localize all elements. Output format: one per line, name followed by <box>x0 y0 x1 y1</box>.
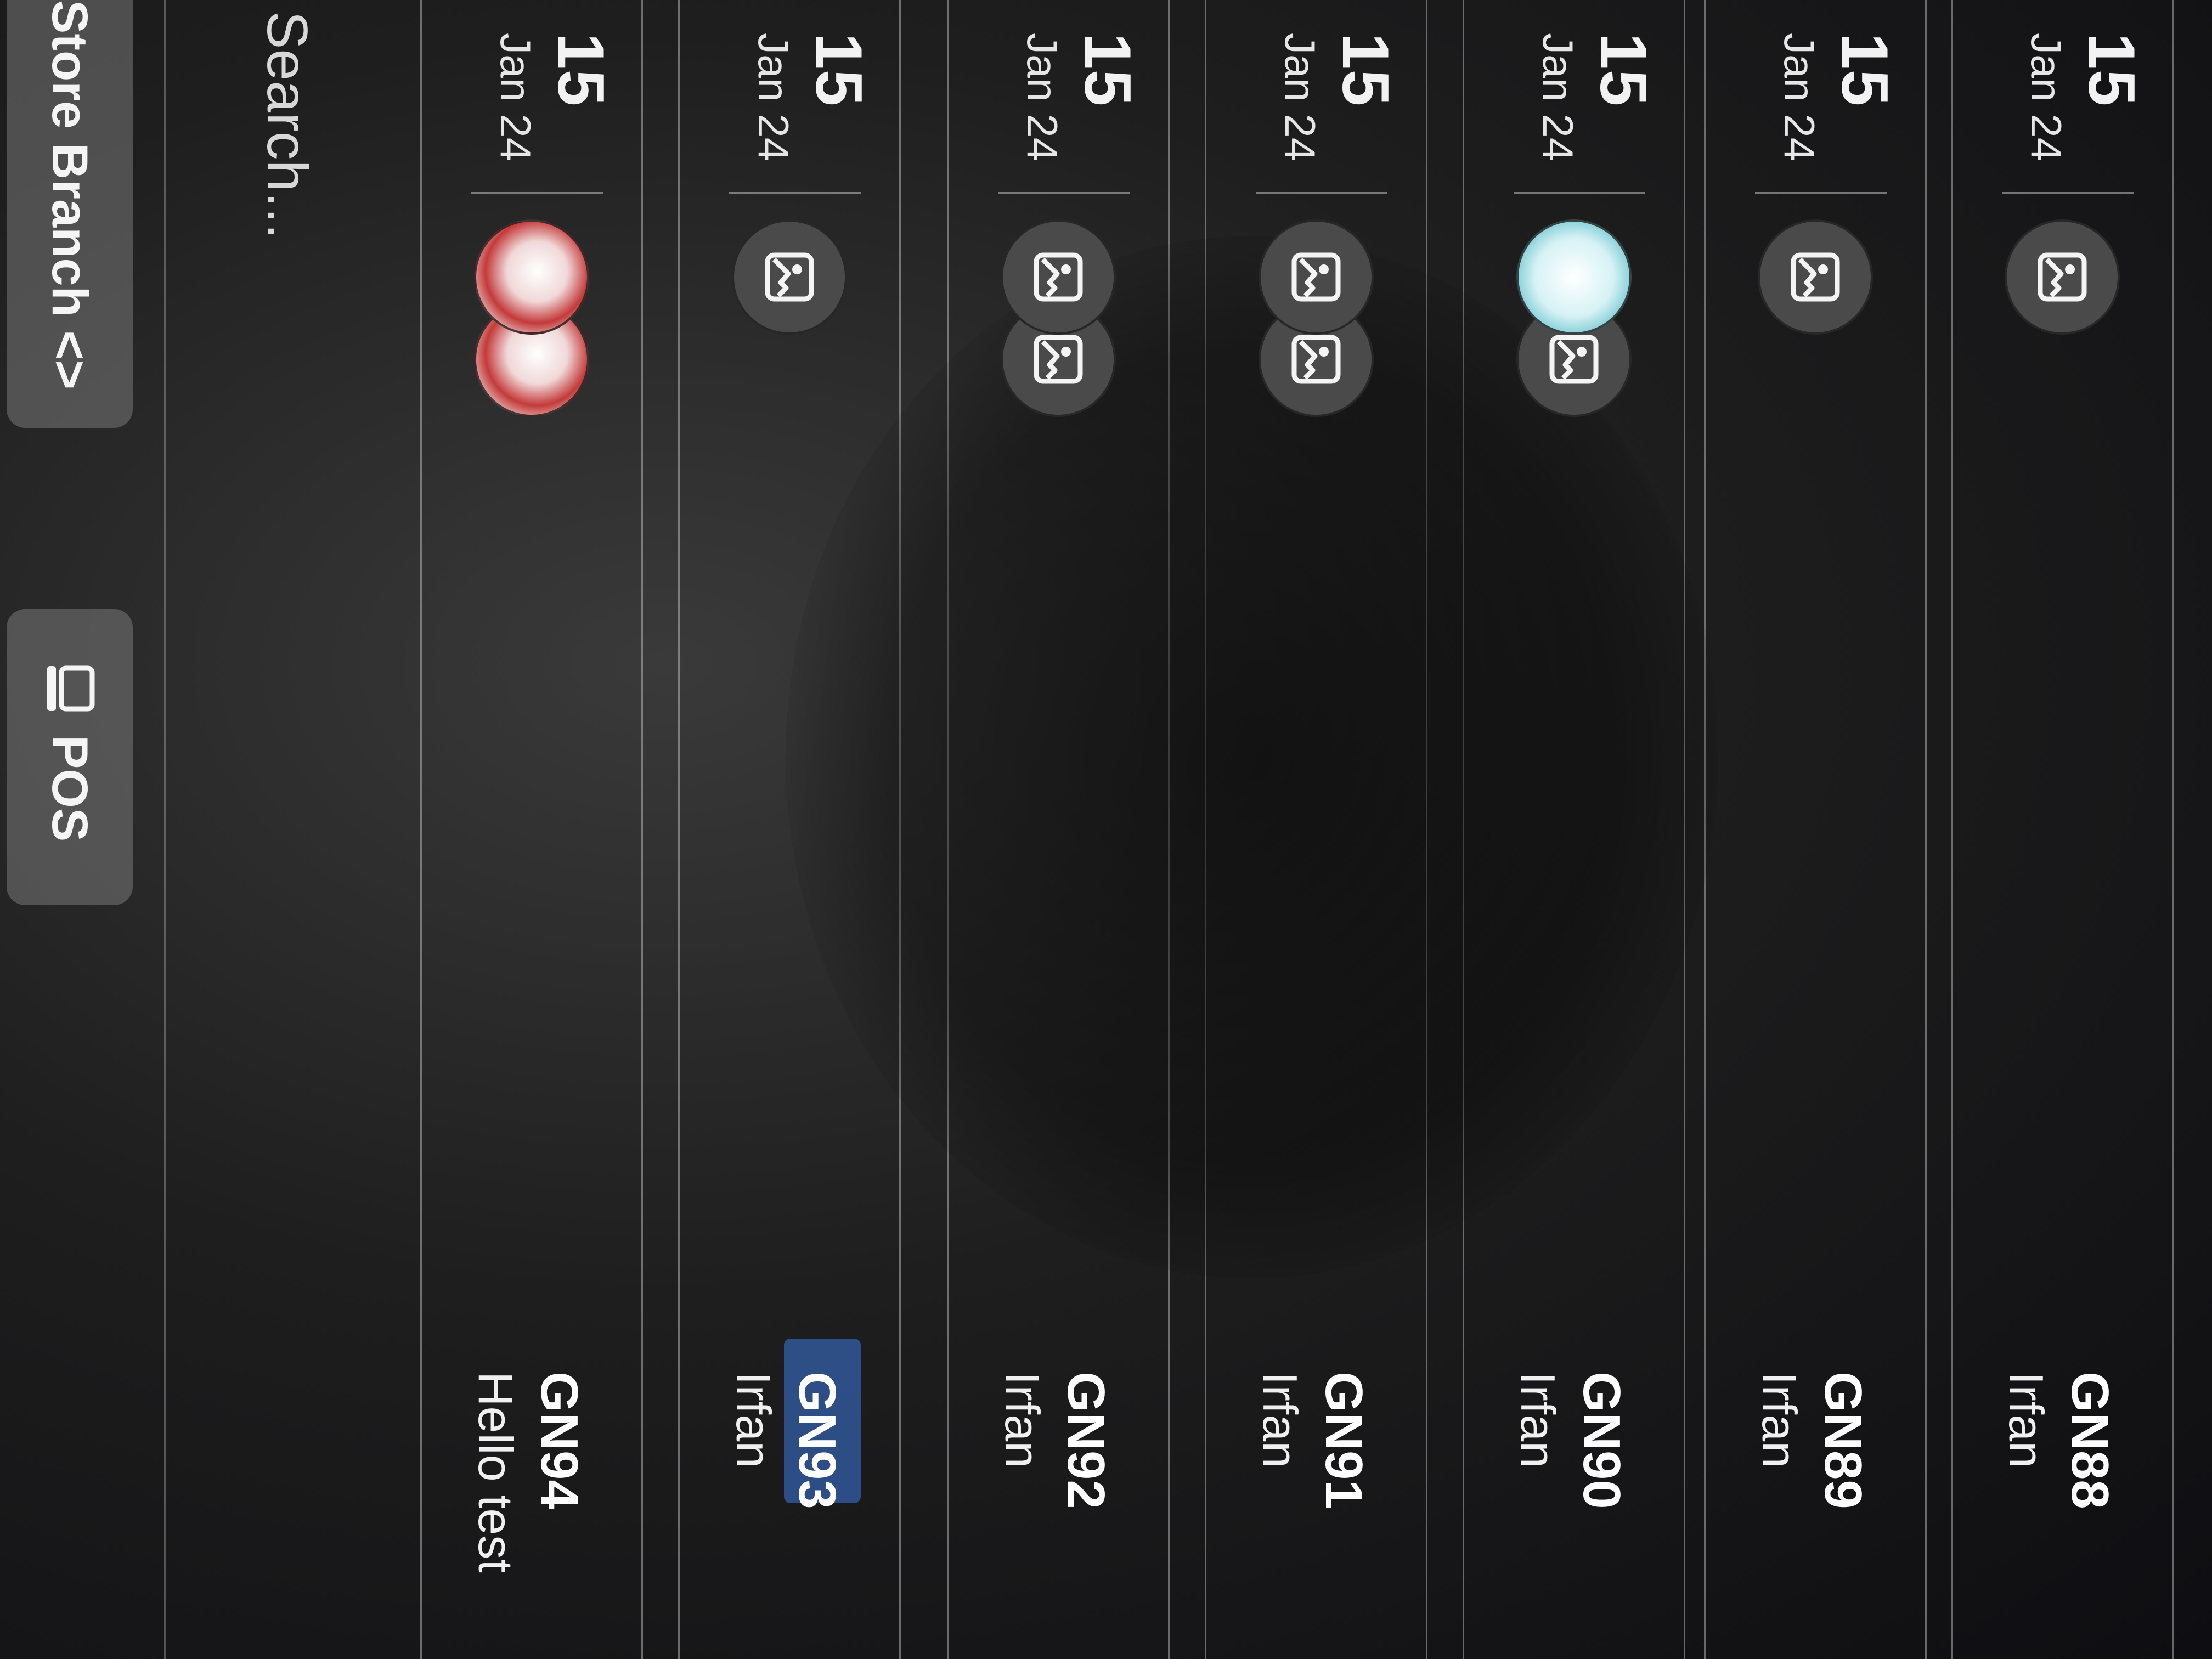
store-branch-label: Store Branch <box>42 0 98 317</box>
order-date: 15 Jan 24 <box>1953 33 2172 181</box>
search-placeholder: Search... <box>255 11 319 240</box>
order-customer: Irfan <box>726 1372 781 1469</box>
item-photo-thumbnail <box>474 219 589 335</box>
order-date-month: Jan 24 <box>1534 33 1582 162</box>
image-placeholder-icon <box>1259 219 1374 335</box>
order-row[interactable]: 15 Jan 24 GN94 Hello test <box>420 0 643 1659</box>
image-placeholder-icon <box>2005 219 2120 335</box>
image-placeholder-icon <box>732 219 847 335</box>
order-id: GN93 <box>788 1372 847 1509</box>
pos-button[interactable]: POS <box>7 609 133 905</box>
order-date-month: Jan 24 <box>1018 33 1066 162</box>
order-date-day: 15 <box>1828 33 1901 106</box>
order-row[interactable]: 15 Jan 24 GN89 Irfan <box>1704 0 1927 1659</box>
order-customer: Hello test <box>469 1372 523 1573</box>
order-row[interactable]: 15 Jan 24 GN91 Irfan <box>1205 0 1427 1659</box>
order-id: GN90 <box>1572 1372 1631 1509</box>
image-placeholder-icon <box>1758 219 1873 335</box>
order-row[interactable]: 15 Jan 24 GN90 Irfan <box>1463 0 1685 1659</box>
row-divider <box>471 192 603 194</box>
order-date-month: Jan 24 <box>749 33 798 162</box>
order-date-month: Jan 24 <box>1775 33 1824 162</box>
order-date: 15 Jan 24 <box>949 33 1168 181</box>
order-customer: Irfan <box>1752 1372 1807 1469</box>
row-divider <box>2002 192 2134 194</box>
order-date: 15 Jan 24 <box>680 33 899 181</box>
screen: Store Branch <> POS Search... 15 Jan 24 GN… <box>0 0 2212 1659</box>
order-row[interactable]: 15 Jan 24 GN88 Irfan <box>1951 0 2174 1659</box>
order-date-day: 15 <box>1587 33 1660 106</box>
row-divider <box>1256 192 1387 194</box>
order-customer: Irfan <box>1999 1372 2053 1469</box>
item-photo-thumbnail <box>1516 219 1632 335</box>
row-divider <box>998 192 1130 194</box>
order-date: 15 Jan 24 <box>1464 33 1684 181</box>
row-divider <box>729 192 861 194</box>
order-date: 15 Jan 24 <box>422 33 641 181</box>
order-id: GN89 <box>1814 1372 1872 1509</box>
order-id: GN88 <box>2061 1372 2119 1509</box>
chevron-updown-icon: <> <box>42 330 98 390</box>
order-date-day: 15 <box>1071 33 1144 106</box>
order-row[interactable]: 15 Jan 24 GN92 Irfan <box>947 0 1170 1659</box>
pos-terminal-icon <box>47 665 95 712</box>
row-divider <box>1514 192 1645 194</box>
order-customer: Irfan <box>1253 1372 1307 1469</box>
order-date-day: 15 <box>802 33 876 106</box>
order-date: 15 Jan 24 <box>1206 33 1426 181</box>
order-id: GN91 <box>1314 1372 1373 1509</box>
image-placeholder-icon <box>1001 219 1116 335</box>
order-row[interactable]: 15 Jan 24 GN93 Irfan <box>678 0 901 1659</box>
pos-label: POS <box>42 735 98 842</box>
top-bar: Store Branch <> POS <box>0 0 144 1659</box>
order-id: GN94 <box>530 1372 589 1509</box>
row-divider <box>1755 192 1887 194</box>
order-date-month: Jan 24 <box>1276 33 1324 162</box>
orders-app: Store Branch <> POS Search... 15 Jan 24 GN… <box>0 0 2212 1659</box>
order-date-day: 15 <box>1329 33 1402 106</box>
order-date-month: Jan 24 <box>492 33 540 162</box>
search-input[interactable]: Search... <box>164 0 352 1659</box>
order-id: GN92 <box>1057 1372 1115 1509</box>
order-date-month: Jan 24 <box>2022 33 2070 162</box>
store-branch-selector[interactable]: Store Branch <> <box>7 0 133 428</box>
order-customer: Irfan <box>1511 1372 1565 1469</box>
order-date: 15 Jan 24 <box>1706 33 1925 181</box>
order-date-day: 15 <box>2075 33 2148 106</box>
order-date-day: 15 <box>544 33 618 106</box>
order-customer: Irfan <box>995 1372 1049 1469</box>
order-list: 15 Jan 24 GN94 Hello test 15 Jan 24 GN93 Irfan 1… <box>385 0 2212 1659</box>
